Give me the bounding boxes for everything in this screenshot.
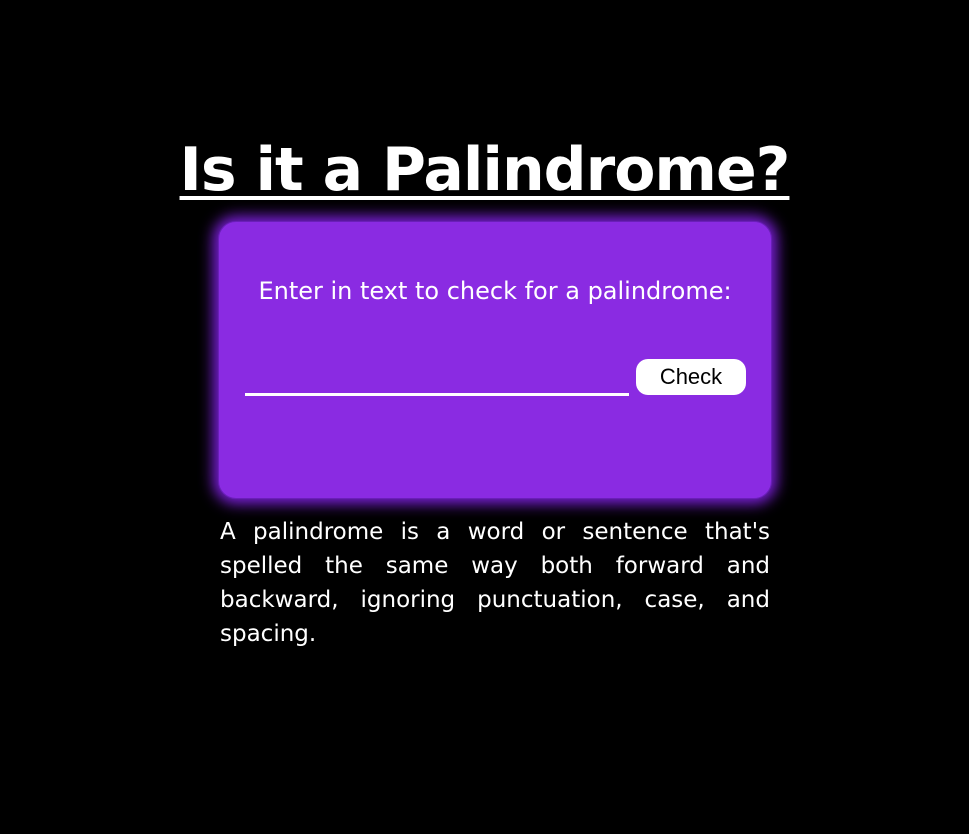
palindrome-definition: A palindrome is a word or sentence that'…	[220, 519, 770, 647]
check-button[interactable]: Check	[636, 359, 746, 395]
text-input[interactable]	[245, 362, 629, 396]
input-prompt: Enter in text to check for a palindrome:	[258, 277, 732, 305]
page: Is it a Palindrome? Enter in text to che…	[0, 0, 969, 834]
page-title-text: Is it a Palindrome?	[179, 135, 791, 205]
page-title: Is it a Palindrome?	[0, 134, 969, 206]
palindrome-checker-card: Enter in text to check for a palindrome:…	[218, 221, 772, 499]
